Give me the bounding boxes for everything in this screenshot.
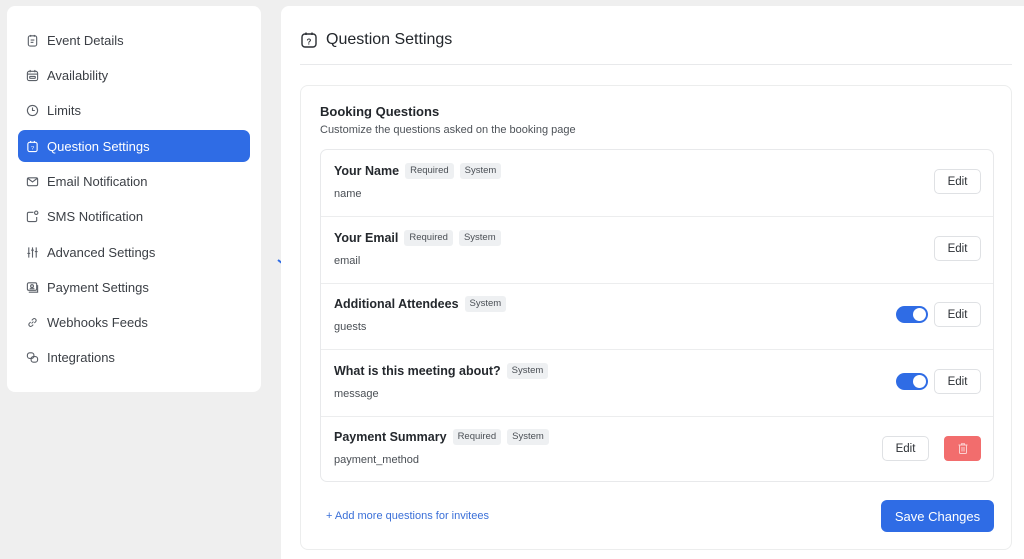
question-title: What is this meeting about? [334, 364, 501, 378]
section-subtitle: Customize the questions asked on the boo… [320, 124, 576, 136]
envelope-icon [26, 175, 39, 188]
question-row-payment-summary: Payment Summary Required System payment_… [321, 416, 993, 481]
required-badge: Required [452, 429, 502, 445]
question-row-your-email: Your Email Required System email Edit [321, 217, 993, 284]
edit-button[interactable]: Edit [882, 436, 929, 461]
sliders-icon [26, 246, 39, 259]
save-changes-button[interactable]: Save Changes [881, 500, 994, 532]
required-badge: Required [405, 163, 454, 179]
sidebar-item-limits[interactable]: Limits [18, 94, 250, 126]
sidebar-item-sms-notification[interactable]: SMS Notification [18, 200, 250, 232]
main-panel: ? Question Settings Booking Questions Cu… [281, 6, 1024, 559]
add-question-link[interactable]: + Add more questions for invitees [326, 510, 489, 522]
enable-toggle[interactable] [896, 373, 928, 390]
system-badge: System [459, 163, 502, 179]
integrations-icon [26, 351, 39, 364]
sidebar-item-label: Availability [47, 67, 109, 83]
question-calendar-icon: ? [26, 140, 39, 153]
svg-text:?: ? [31, 145, 34, 151]
question-key: payment_method [334, 454, 419, 466]
sidebar-item-question-settings[interactable]: ? Question Settings [18, 130, 250, 162]
system-badge: System [507, 429, 549, 445]
system-badge: System [464, 296, 507, 312]
delete-button[interactable] [944, 436, 981, 461]
question-row-meeting-about: What is this meeting about? System messa… [321, 350, 993, 417]
edit-button[interactable]: Edit [934, 169, 981, 194]
edit-button[interactable]: Edit [934, 369, 981, 394]
page-title: Question Settings [326, 31, 453, 48]
question-calendar-icon: ? [300, 31, 318, 49]
toggle-knob [913, 308, 926, 321]
required-badge: Required [404, 230, 453, 246]
sms-icon [26, 210, 39, 223]
clock-icon [26, 104, 39, 117]
sidebar-item-label: SMS Notification [47, 208, 144, 224]
calendar-icon [26, 69, 39, 82]
question-title: Payment Summary [334, 430, 447, 444]
trash-icon [958, 443, 967, 454]
toggle-knob [913, 375, 926, 388]
question-key: guests [334, 321, 367, 333]
sidebar-item-integrations[interactable]: Integrations [18, 341, 250, 373]
edit-button[interactable]: Edit [934, 302, 981, 327]
booking-questions-card: Booking Questions Customize the question… [300, 85, 1012, 550]
sidebar-item-email-notification[interactable]: Email Notification [18, 165, 250, 197]
sidebar-item-advanced-settings[interactable]: Advanced Settings [18, 236, 250, 268]
sidebar-item-label: Payment Settings [47, 279, 149, 295]
question-row-your-name: Your Name Required System name Edit [321, 150, 993, 217]
enable-toggle[interactable] [896, 306, 928, 323]
payment-icon [26, 281, 39, 294]
section-title: Booking Questions [320, 104, 440, 119]
svg-text:?: ? [307, 38, 312, 47]
questions-list: Your Name Required System name Edit Your… [320, 149, 994, 482]
sidebar-item-label: Email Notification [47, 173, 148, 189]
question-key: name [334, 188, 362, 200]
sidebar-item-label: Integrations [47, 349, 115, 365]
sidebar-item-label: Question Settings [47, 138, 150, 154]
question-title: Your Email [334, 231, 399, 245]
link-icon [26, 316, 39, 329]
system-badge: System [506, 363, 549, 379]
clipboard-icon [26, 34, 39, 47]
sidebar-item-label: Advanced Settings [47, 244, 156, 260]
sidebar-item-payment-settings[interactable]: Payment Settings [18, 271, 250, 303]
sidebar-item-availability[interactable]: Availability [18, 59, 250, 91]
sidebar-item-label: Event Details [47, 32, 124, 48]
sidebar-item-event-details[interactable]: Event Details [18, 24, 250, 56]
question-key: message [334, 388, 379, 400]
sidebar-item-label: Webhooks Feeds [47, 314, 148, 330]
edit-button[interactable]: Edit [934, 236, 981, 261]
sidebar-item-webhooks-feeds[interactable]: Webhooks Feeds [18, 306, 250, 338]
question-row-additional-attendees: Additional Attendees System guests Edit [321, 283, 993, 350]
sidebar-item-label: Limits [47, 102, 81, 118]
question-title: Your Name [334, 164, 400, 178]
sidebar: Event Details Availability Limits ? Ques… [7, 6, 261, 392]
question-key: email [334, 255, 361, 267]
question-title: Additional Attendees [334, 297, 459, 311]
system-badge: System [458, 230, 501, 246]
page-header: ? Question Settings [300, 30, 1012, 65]
